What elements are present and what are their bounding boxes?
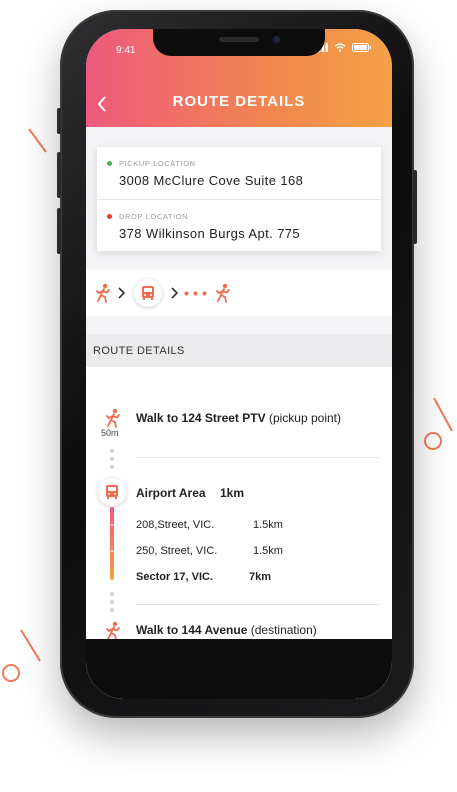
bus-stop-name: 208,Street, VIC. [136, 519, 215, 531]
phone-side-button [57, 152, 61, 198]
status-time: 9:41 [116, 45, 136, 56]
screen-bottom-area [86, 639, 392, 699]
bus-mode-badge [134, 279, 162, 307]
bus-stop-distance: 1.5km [253, 519, 283, 531]
walk-step-note: (destination) [250, 623, 317, 637]
speaker [219, 37, 259, 42]
decor-circle-right [424, 432, 442, 450]
walk-icon [96, 283, 110, 303]
phone-notch [153, 29, 325, 56]
walk-step-note: (pickup point) [268, 411, 341, 425]
bus-area-name: Airport Area [136, 486, 206, 500]
bus-stop-dot [111, 524, 113, 526]
pickup-label: PICKUP LOCATION [119, 159, 196, 168]
decor-line-bottom-left [20, 629, 41, 662]
ellipsis-dots-icon [184, 291, 207, 296]
path-dot [110, 457, 114, 461]
camera [273, 36, 280, 43]
page-title: ROUTE DETAILS [172, 93, 306, 110]
path-dot [110, 465, 114, 469]
phone-side-button [57, 108, 61, 134]
walk-icon [106, 621, 120, 641]
bus-stop-distance-final: 7km [249, 571, 272, 583]
bus-stop-name: 250, Street, VIC. [136, 545, 218, 557]
walk-icon [106, 408, 120, 428]
walk-step-place: Walk to 124 Street PTV [136, 411, 266, 425]
decor-line-top-left [28, 128, 47, 153]
bus-stop-distance: 1.5km [253, 545, 283, 557]
path-dot [110, 608, 114, 612]
pickup-address: 3008 McClure Cove Suite 168 [119, 173, 304, 188]
walk-distance: 50m [101, 428, 119, 438]
transport-mode-strip [86, 270, 392, 316]
drop-dot-icon [107, 214, 112, 219]
decor-circle-bottom-left [2, 664, 20, 682]
locations-card: PICKUP LOCATION 3008 McClure Cove Suite … [97, 147, 381, 251]
section-title: ROUTE DETAILS [93, 345, 185, 357]
drop-location-row[interactable]: DROP LOCATION 378 Wilkinson Burgs Apt. 7… [97, 199, 381, 252]
walk-step-pickup[interactable]: Walk to 124 Street PTV (pickup point) [136, 411, 341, 425]
path-dot [110, 449, 114, 453]
decor-line-right [433, 397, 453, 432]
walk-step-destination[interactable]: Walk to 144 Avenue (destination) [136, 623, 317, 637]
phone-side-button [413, 170, 417, 244]
pickup-location-row[interactable]: PICKUP LOCATION 3008 McClure Cove Suite … [97, 147, 381, 199]
drop-label: DROP LOCATION [119, 212, 189, 221]
walk-step-place: Walk to 144 Avenue [136, 623, 248, 637]
bus-stop-name-final: Sector 17, VIC. [136, 571, 214, 583]
phone-side-button [57, 208, 61, 254]
wifi-icon [334, 43, 346, 52]
pickup-dot-icon [107, 161, 112, 166]
drop-address: 378 Wilkinson Burgs Apt. 775 [119, 226, 301, 241]
divider [136, 457, 380, 458]
path-dot [110, 592, 114, 596]
bus-icon [106, 485, 118, 499]
route-details-section-header: ROUTE DETAILS [86, 334, 392, 367]
divider [136, 604, 380, 605]
battery-icon [352, 43, 371, 52]
chevron-right-icon [171, 287, 179, 299]
bus-area-distance: 1km [220, 486, 245, 500]
app-header: 9:41 ROUTE DETAILS [86, 29, 392, 127]
phone-screen: 9:41 ROUTE DETAILS PICKUP LOCATION 3008 … [86, 29, 392, 699]
bus-stop-dot [111, 550, 113, 552]
chevron-right-icon [118, 287, 126, 299]
path-dot [110, 600, 114, 604]
bus-step-badge [98, 478, 126, 506]
walk-icon [216, 283, 230, 303]
bus-route-line [110, 507, 114, 580]
bus-icon [142, 286, 154, 300]
